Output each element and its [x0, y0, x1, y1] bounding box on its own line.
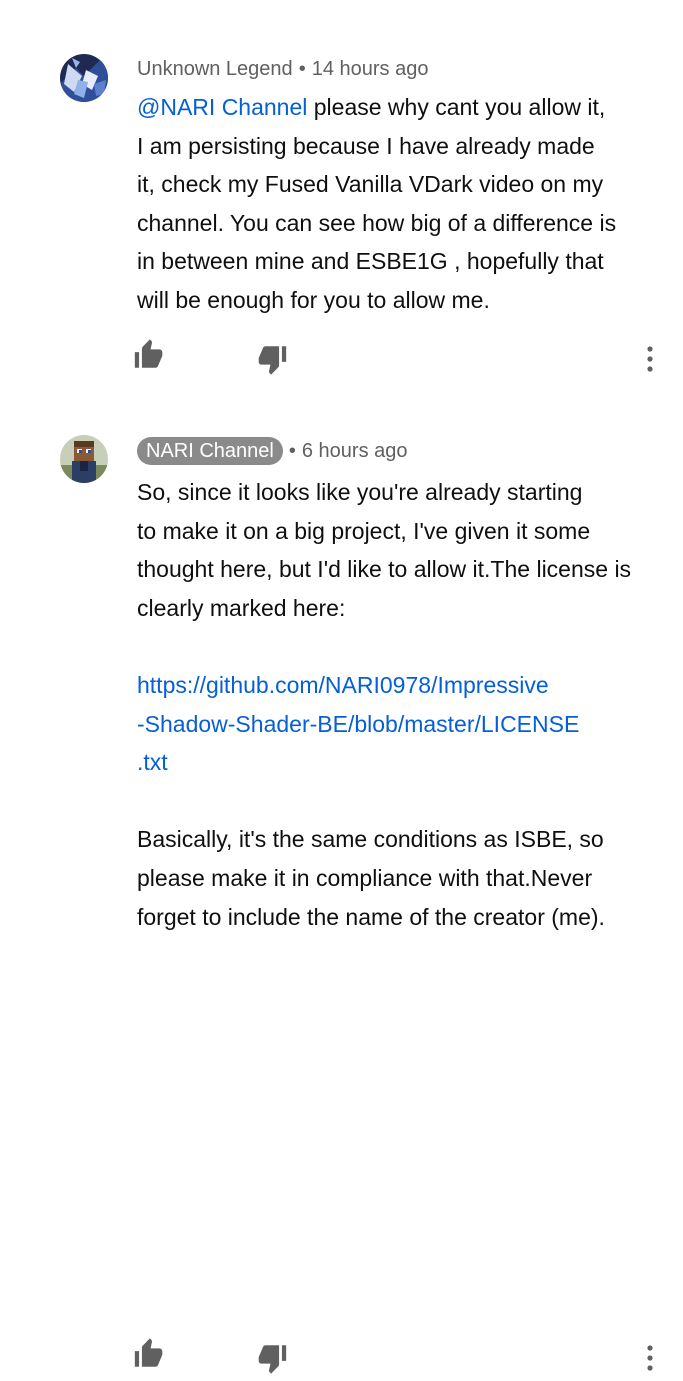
like-button[interactable] — [132, 1337, 172, 1377]
avatar[interactable] — [60, 435, 108, 483]
comment-meta: NARI Channel • 6 hours ago — [137, 437, 408, 465]
comment-line: @NARI Channel please why cant you allow … — [137, 88, 657, 127]
thumbs-up-icon — [134, 339, 163, 368]
comment-meta: Unknown Legend • 14 hours ago — [137, 56, 428, 82]
comment-line: forget to include the name of the creato… — [137, 903, 605, 930]
thumbs-down-icon — [258, 1345, 287, 1374]
more-options-button[interactable] — [635, 1341, 665, 1381]
comment-timestamp[interactable]: 14 hours ago — [312, 58, 429, 80]
license-link[interactable]: https://github.com/NARI0978/Impressive — [137, 666, 657, 705]
avatar[interactable] — [60, 54, 108, 102]
comment-line: channel. You can see how big of a differ… — [137, 209, 617, 236]
dislike-button[interactable] — [255, 1341, 295, 1381]
comment-text: So, since it looks like you're already s… — [137, 473, 657, 936]
license-link[interactable]: -Shadow-Shader-BE/blob/master/LICENSE — [137, 705, 657, 744]
license-link[interactable]: .txt — [137, 743, 657, 782]
more-vertical-icon — [647, 346, 653, 372]
comment-actions — [0, 338, 683, 378]
comment-line: thought here, but I'd like to allow it.T… — [137, 556, 632, 583]
comment-line-text: please why cant you allow it, — [307, 94, 606, 120]
comment-line: So, since it looks like you're already s… — [137, 479, 583, 505]
avatar-image — [60, 54, 108, 102]
comment-line: in between mine and ESBE1G , hopefully t… — [137, 248, 604, 275]
dislike-button[interactable] — [255, 342, 295, 382]
like-button[interactable] — [132, 338, 172, 378]
more-vertical-icon — [647, 1345, 653, 1371]
thumbs-up-icon — [134, 1338, 163, 1367]
comment-line: I am persisting because I have already m… — [137, 132, 595, 159]
avatar-image — [60, 435, 108, 483]
channel-owner-badge[interactable]: NARI Channel — [137, 437, 283, 465]
comment-line: please make it in compliance with that.N… — [137, 864, 593, 891]
comment-line: will be enough for you to allow me. — [137, 286, 490, 313]
comment-line: clearly marked here: — [137, 594, 346, 621]
separator-dot: • — [288, 440, 296, 462]
author-name[interactable]: Unknown Legend — [137, 58, 293, 80]
separator-dot: • — [298, 58, 306, 80]
mention-link[interactable]: @NARI Channel — [137, 94, 307, 120]
thumbs-down-icon — [258, 346, 287, 375]
comment-timestamp[interactable]: 6 hours ago — [302, 440, 408, 462]
more-options-button[interactable] — [635, 342, 665, 382]
comment-line: to make it on a big project, I've given … — [137, 517, 591, 544]
comment-actions — [0, 1337, 683, 1377]
comment-line: it, check my Fused Vanilla VDark video o… — [137, 171, 604, 198]
comment-line: Basically, it's the same conditions as I… — [137, 826, 604, 853]
comment-text: @NARI Channel please why cant you allow … — [137, 88, 657, 320]
